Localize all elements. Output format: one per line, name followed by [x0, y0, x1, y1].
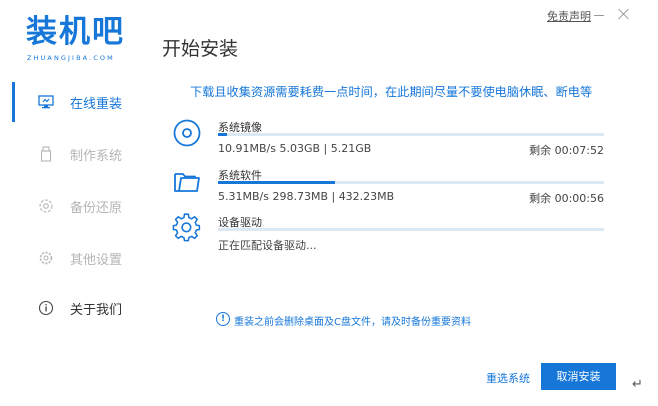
- sidebar-item-about-us[interactable]: 关于我们: [0, 284, 150, 330]
- task-remaining: 剩余 00:07:52: [529, 144, 604, 157]
- task-remaining: 剩余 00:00:56: [529, 192, 604, 205]
- reselect-system-button[interactable]: 重选系统: [486, 370, 530, 386]
- sidebar-item-label: 备份还原: [70, 201, 123, 216]
- logo-subtitle: ZHUANGJIBA.COM: [27, 54, 115, 62]
- settings-icon: [39, 251, 53, 265]
- sidebar-item-label: 在线重装: [70, 97, 123, 112]
- gear-icon: [172, 213, 201, 242]
- folder-icon: [174, 173, 200, 192]
- warning-text: 重装之前会删除桌面及C盘文件，请及时备份重要资料: [234, 317, 471, 328]
- info-icon: [38, 300, 54, 316]
- sidebar-item-label: 关于我们: [70, 303, 123, 318]
- progress-fill: [218, 181, 335, 184]
- task-system-software: 系统软件 5.31MB/s 298.73MB | 432.23MB 剩余 00:…: [172, 166, 612, 212]
- sidebar-item-backup-restore[interactable]: 备份还原: [0, 182, 150, 228]
- backup-restore-icon: [39, 199, 53, 213]
- task-speed: 10.91MB/s 5.03GB | 5.21GB: [218, 142, 372, 155]
- installer-window: 装机吧 ZHUANGJIBA.COM 开始安装 免责声明 在线重装 制作系统 备…: [0, 0, 658, 406]
- sidebar-item-other-settings[interactable]: 其他设置: [0, 234, 150, 280]
- return-arrow-icon: ↵: [632, 377, 643, 392]
- status-message: 下载且收集资源需要耗费一点时间，在此期间尽量不要使电脑休眠、断电等: [190, 85, 593, 99]
- progress-track: [218, 228, 604, 231]
- app-logo: 装机吧 ZHUANGJIBA.COM: [26, 14, 138, 64]
- close-icon[interactable]: [616, 6, 632, 22]
- sidebar-item-label: 其他设置: [70, 253, 123, 268]
- progress-track: [218, 181, 604, 184]
- active-indicator: [12, 82, 15, 122]
- minimize-icon[interactable]: [594, 15, 604, 16]
- sidebar-item-label: 制作系统: [70, 149, 123, 164]
- task-speed: 5.31MB/s 298.73MB | 432.23MB: [218, 190, 395, 203]
- info-icon: !: [216, 312, 230, 326]
- task-speed: 正在匹配设备驱动...: [218, 239, 317, 252]
- sidebar-item-make-system[interactable]: 制作系统: [0, 130, 150, 176]
- cancel-install-button[interactable]: 取消安装: [541, 363, 616, 390]
- page-title: 开始安装: [162, 38, 239, 60]
- sidebar-item-online-reinstall[interactable]: 在线重装: [0, 78, 150, 124]
- task-device-drivers: 设备驱动 正在匹配设备驱动...: [172, 213, 612, 259]
- task-system-image: 系统镜像 10.91MB/s 5.03GB | 5.21GB 剩余 00:07:…: [172, 118, 612, 164]
- usb-drive-icon: [40, 146, 52, 162]
- monitor-icon: [38, 95, 54, 109]
- progress-track: [218, 133, 604, 136]
- disclaimer-link[interactable]: 免责声明: [547, 8, 591, 24]
- progress-fill: [218, 133, 228, 136]
- disc-icon: [173, 119, 201, 147]
- logo-text: 装机吧: [26, 14, 125, 50]
